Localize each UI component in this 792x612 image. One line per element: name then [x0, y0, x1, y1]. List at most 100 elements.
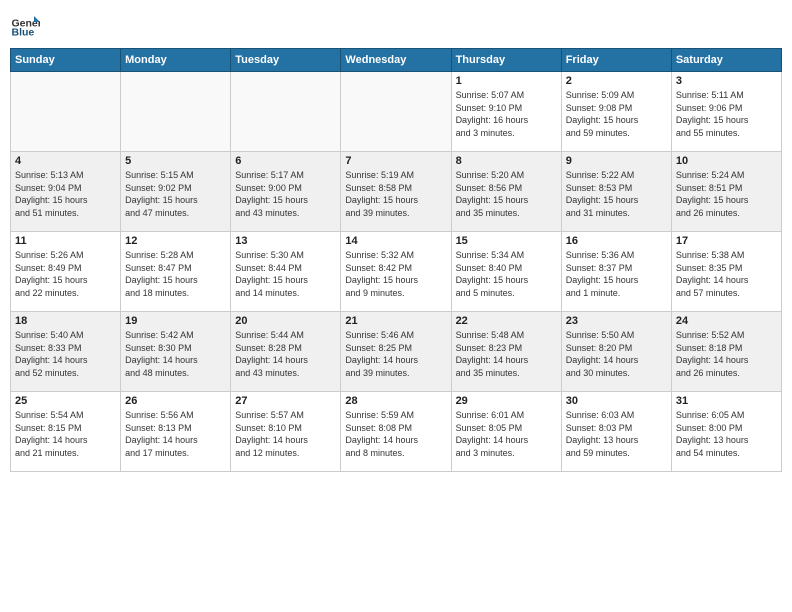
calendar-cell: 16 Sunrise: 5:36 AM Sunset: 8:37 PM Dayli… — [561, 232, 671, 312]
calendar-cell: 17 Sunrise: 5:38 AM Sunset: 8:35 PM Dayli… — [671, 232, 781, 312]
day-info: Sunrise: 5:44 AM Sunset: 8:28 PM Dayligh… — [235, 329, 336, 379]
calendar-cell: 9 Sunrise: 5:22 AM Sunset: 8:53 PM Daylig… — [561, 152, 671, 232]
calendar-week-row: 4 Sunrise: 5:13 AM Sunset: 9:04 PM Daylig… — [11, 152, 782, 232]
day-number: 17 — [676, 235, 777, 247]
day-info: Sunrise: 5:17 AM Sunset: 9:00 PM Dayligh… — [235, 169, 336, 219]
day-info: Sunrise: 5:11 AM Sunset: 9:06 PM Dayligh… — [676, 89, 777, 139]
calendar-week-row: 1 Sunrise: 5:07 AM Sunset: 9:10 PM Daylig… — [11, 72, 782, 152]
day-number: 9 — [566, 155, 667, 167]
day-number: 15 — [456, 235, 557, 247]
calendar-table: SundayMondayTuesdayWednesdayThursdayFrid… — [10, 48, 782, 472]
calendar-cell: 11Sunrise: 5:26 AM Sunset: 8:49 PM Dayli… — [11, 232, 121, 312]
calendar-cell: 4 Sunrise: 5:13 AM Sunset: 9:04 PM Daylig… — [11, 152, 121, 232]
col-header-monday: Monday — [121, 49, 231, 72]
day-number: 26 — [125, 395, 226, 407]
day-number: 29 — [456, 395, 557, 407]
day-number: 1 — [456, 75, 557, 87]
calendar-cell: 14 Sunrise: 5:32 AM Sunset: 8:42 PM Dayli… — [341, 232, 451, 312]
calendar-cell: 5 Sunrise: 5:15 AM Sunset: 9:02 PM Daylig… — [121, 152, 231, 232]
calendar-cell: 10Sunrise: 5:24 AM Sunset: 8:51 PM Dayli… — [671, 152, 781, 232]
day-info: Sunrise: 5:59 AM Sunset: 8:08 PM Dayligh… — [345, 409, 446, 459]
day-info: Sunrise: 5:13 AM Sunset: 9:04 PM Dayligh… — [15, 169, 116, 219]
day-number: 13 — [235, 235, 336, 247]
calendar-cell: 29 Sunrise: 6:01 AM Sunset: 8:05 PM Dayli… — [451, 392, 561, 472]
day-info: Sunrise: 5:36 AM Sunset: 8:37 PM Dayligh… — [566, 249, 667, 299]
day-info: Sunrise: 5:42 AM Sunset: 8:30 PM Dayligh… — [125, 329, 226, 379]
day-number: 10 — [676, 155, 777, 167]
calendar-cell: 7 Sunrise: 5:19 AM Sunset: 8:58 PM Daylig… — [341, 152, 451, 232]
day-number: 28 — [345, 395, 446, 407]
day-number: 27 — [235, 395, 336, 407]
day-info: Sunrise: 6:05 AM Sunset: 8:00 PM Dayligh… — [676, 409, 777, 459]
day-number: 8 — [456, 155, 557, 167]
day-info: Sunrise: 5:56 AM Sunset: 8:13 PM Dayligh… — [125, 409, 226, 459]
day-number: 21 — [345, 315, 446, 327]
calendar-cell: 12Sunrise: 5:28 AM Sunset: 8:47 PM Dayli… — [121, 232, 231, 312]
day-number: 16 — [566, 235, 667, 247]
calendar-cell: 27 Sunrise: 5:57 AM Sunset: 8:10 PM Dayli… — [231, 392, 341, 472]
calendar-cell: 28 Sunrise: 5:59 AM Sunset: 8:08 PM Dayli… — [341, 392, 451, 472]
day-info: Sunrise: 6:01 AM Sunset: 8:05 PM Dayligh… — [456, 409, 557, 459]
day-number: 24 — [676, 315, 777, 327]
day-info: Sunrise: 5:22 AM Sunset: 8:53 PM Dayligh… — [566, 169, 667, 219]
calendar-cell — [341, 72, 451, 152]
day-info: Sunrise: 5:57 AM Sunset: 8:10 PM Dayligh… — [235, 409, 336, 459]
calendar-cell: 31 Sunrise: 6:05 AM Sunset: 8:00 PM Dayli… — [671, 392, 781, 472]
day-info: Sunrise: 5:30 AM Sunset: 8:44 PM Dayligh… — [235, 249, 336, 299]
calendar-cell: 30Sunrise: 6:03 AM Sunset: 8:03 PM Dayli… — [561, 392, 671, 472]
calendar-header-row: SundayMondayTuesdayWednesdayThursdayFrid… — [11, 49, 782, 72]
day-number: 30 — [566, 395, 667, 407]
day-info: Sunrise: 5:09 AM Sunset: 9:08 PM Dayligh… — [566, 89, 667, 139]
calendar-cell: 19 Sunrise: 5:42 AM Sunset: 8:30 PM Dayli… — [121, 312, 231, 392]
day-info: Sunrise: 5:28 AM Sunset: 8:47 PM Dayligh… — [125, 249, 226, 299]
day-number: 14 — [345, 235, 446, 247]
calendar-cell — [121, 72, 231, 152]
day-number: 19 — [125, 315, 226, 327]
day-info: Sunrise: 5:07 AM Sunset: 9:10 PM Dayligh… — [456, 89, 557, 139]
calendar-cell: 6Sunrise: 5:17 AM Sunset: 9:00 PM Daylig… — [231, 152, 341, 232]
day-number: 23 — [566, 315, 667, 327]
page-header: General Blue — [10, 10, 782, 40]
calendar-cell: 13 Sunrise: 5:30 AM Sunset: 8:44 PM Dayli… — [231, 232, 341, 312]
day-number: 5 — [125, 155, 226, 167]
calendar-cell: 25 Sunrise: 5:54 AM Sunset: 8:15 PM Dayli… — [11, 392, 121, 472]
day-number: 18 — [15, 315, 116, 327]
day-number: 2 — [566, 75, 667, 87]
calendar-week-row: 25 Sunrise: 5:54 AM Sunset: 8:15 PM Dayli… — [11, 392, 782, 472]
day-info: Sunrise: 5:54 AM Sunset: 8:15 PM Dayligh… — [15, 409, 116, 459]
day-number: 4 — [15, 155, 116, 167]
calendar-week-row: 11Sunrise: 5:26 AM Sunset: 8:49 PM Dayli… — [11, 232, 782, 312]
day-info: Sunrise: 5:19 AM Sunset: 8:58 PM Dayligh… — [345, 169, 446, 219]
calendar-cell: 8 Sunrise: 5:20 AM Sunset: 8:56 PM Daylig… — [451, 152, 561, 232]
day-number: 7 — [345, 155, 446, 167]
col-header-saturday: Saturday — [671, 49, 781, 72]
calendar-cell — [231, 72, 341, 152]
col-header-tuesday: Tuesday — [231, 49, 341, 72]
calendar-week-row: 18Sunrise: 5:40 AM Sunset: 8:33 PM Dayli… — [11, 312, 782, 392]
day-number: 22 — [456, 315, 557, 327]
day-info: Sunrise: 5:15 AM Sunset: 9:02 PM Dayligh… — [125, 169, 226, 219]
calendar-cell: 23Sunrise: 5:50 AM Sunset: 8:20 PM Dayli… — [561, 312, 671, 392]
day-number: 11 — [15, 235, 116, 247]
col-header-friday: Friday — [561, 49, 671, 72]
calendar-cell: 22 Sunrise: 5:48 AM Sunset: 8:23 PM Dayli… — [451, 312, 561, 392]
col-header-thursday: Thursday — [451, 49, 561, 72]
calendar-cell: 2 Sunrise: 5:09 AM Sunset: 9:08 PM Daylig… — [561, 72, 671, 152]
calendar-cell: 20Sunrise: 5:44 AM Sunset: 8:28 PM Dayli… — [231, 312, 341, 392]
calendar-cell: 1 Sunrise: 5:07 AM Sunset: 9:10 PM Daylig… — [451, 72, 561, 152]
day-number: 31 — [676, 395, 777, 407]
logo-icon: General Blue — [10, 10, 40, 40]
logo: General Blue — [10, 10, 44, 40]
calendar-cell: 21 Sunrise: 5:46 AM Sunset: 8:25 PM Dayli… — [341, 312, 451, 392]
calendar-cell: 3Sunrise: 5:11 AM Sunset: 9:06 PM Daylig… — [671, 72, 781, 152]
day-info: Sunrise: 5:20 AM Sunset: 8:56 PM Dayligh… — [456, 169, 557, 219]
day-info: Sunrise: 5:48 AM Sunset: 8:23 PM Dayligh… — [456, 329, 557, 379]
col-header-sunday: Sunday — [11, 49, 121, 72]
calendar-cell: 15 Sunrise: 5:34 AM Sunset: 8:40 PM Dayli… — [451, 232, 561, 312]
day-info: Sunrise: 5:32 AM Sunset: 8:42 PM Dayligh… — [345, 249, 446, 299]
day-info: Sunrise: 5:34 AM Sunset: 8:40 PM Dayligh… — [456, 249, 557, 299]
day-info: Sunrise: 5:46 AM Sunset: 8:25 PM Dayligh… — [345, 329, 446, 379]
day-info: Sunrise: 5:38 AM Sunset: 8:35 PM Dayligh… — [676, 249, 777, 299]
calendar-cell: 24Sunrise: 5:52 AM Sunset: 8:18 PM Dayli… — [671, 312, 781, 392]
day-number: 25 — [15, 395, 116, 407]
